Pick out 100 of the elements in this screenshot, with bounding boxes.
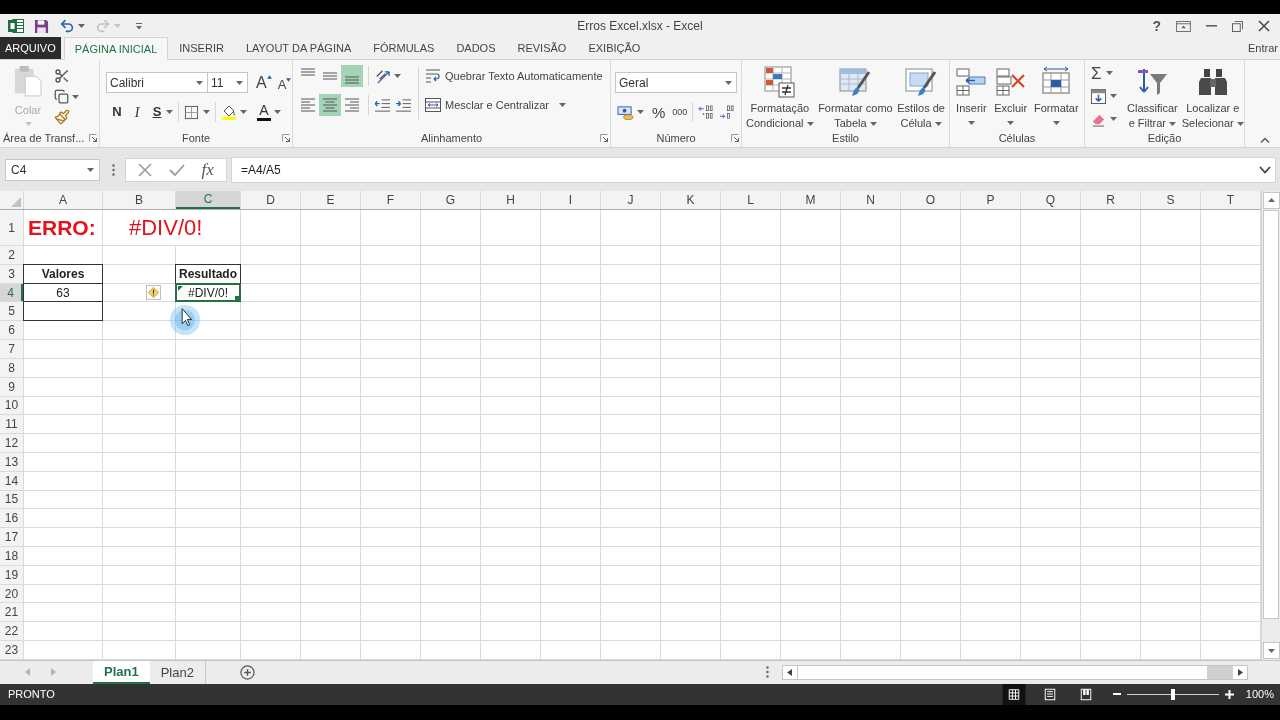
font-size-dropdown[interactable]: 11 bbox=[208, 72, 248, 93]
row-header[interactable]: 18 bbox=[0, 547, 23, 565]
ribbon-display-icon[interactable] bbox=[1176, 20, 1191, 32]
fill-down-icon[interactable] bbox=[1091, 88, 1106, 104]
column-header[interactable]: E bbox=[301, 191, 360, 209]
column-header[interactable]: Q bbox=[1021, 191, 1080, 209]
collapse-ribbon-icon[interactable] bbox=[1260, 137, 1270, 143]
column-header[interactable]: D bbox=[241, 191, 300, 209]
expand-icon[interactable] bbox=[1259, 165, 1271, 174]
scrollbar-thumb[interactable] bbox=[797, 665, 1207, 679]
zoom-in-icon[interactable] bbox=[1224, 689, 1234, 699]
merge-center-button[interactable]: Mesclar e Centralizar bbox=[425, 94, 603, 116]
column-header[interactable]: S bbox=[1141, 191, 1200, 209]
row-header[interactable]: 1 bbox=[0, 210, 23, 245]
increase-indent-icon[interactable] bbox=[395, 97, 412, 113]
scroll-left-icon[interactable] bbox=[783, 665, 797, 679]
shrink-font-button[interactable]: A bbox=[277, 77, 292, 91]
customize-toolbar-icon[interactable] bbox=[135, 22, 143, 30]
ribbon-tab[interactable]: DADOS bbox=[445, 37, 507, 59]
column-header[interactable]: L bbox=[721, 191, 780, 209]
cancel-icon[interactable] bbox=[138, 162, 153, 177]
formula-input[interactable]: =A4/A5 bbox=[231, 156, 1276, 183]
column-header[interactable]: T bbox=[1201, 191, 1260, 209]
font-name-dropdown[interactable]: Calibri bbox=[106, 72, 208, 93]
column-header[interactable]: O bbox=[901, 191, 960, 209]
column-header[interactable]: P bbox=[961, 191, 1020, 209]
dialog-launcher-icon[interactable] bbox=[89, 134, 97, 142]
thousands-separator-button[interactable]: 000 bbox=[672, 107, 688, 117]
row-header[interactable]: 22 bbox=[0, 622, 23, 641]
row-header[interactable]: 16 bbox=[0, 509, 23, 528]
grow-font-button[interactable]: A bbox=[256, 74, 272, 91]
more-options-icon[interactable] bbox=[766, 666, 769, 679]
column-header[interactable]: K bbox=[661, 191, 720, 209]
dialog-launcher-icon[interactable] bbox=[282, 134, 290, 142]
column-header[interactable]: I bbox=[541, 191, 600, 209]
delete-cells-button[interactable]: Excluir bbox=[994, 66, 1028, 125]
number-format-dropdown[interactable]: Geral bbox=[615, 72, 737, 93]
format-as-table-button[interactable]: Formatar como Tabela bbox=[818, 66, 893, 131]
bold-button[interactable]: N bbox=[108, 102, 126, 122]
ribbon-tab[interactable]: LAYOUT DA PÁGINA bbox=[234, 37, 363, 59]
row-header[interactable]: 5 bbox=[0, 302, 23, 321]
ribbon-tab[interactable]: FÓRMULAS bbox=[362, 37, 446, 59]
scrollbar-thumb[interactable] bbox=[1263, 210, 1279, 619]
zoom-out-icon[interactable] bbox=[1112, 693, 1121, 696]
column-header[interactable]: J bbox=[601, 191, 660, 209]
column-header[interactable]: C bbox=[176, 191, 240, 209]
currency-icon[interactable] bbox=[617, 104, 634, 120]
fill-color-icon[interactable] bbox=[221, 104, 237, 120]
copy-icon[interactable] bbox=[54, 89, 69, 104]
ribbon-tab[interactable]: PÁGINA INICIAL bbox=[63, 37, 169, 60]
wrap-text-button[interactable]: Quebrar Texto Automaticamente bbox=[425, 65, 603, 87]
scissors-icon[interactable] bbox=[54, 68, 70, 84]
row-header[interactable]: 2 bbox=[0, 246, 23, 264]
autosum-button[interactable]: Σ bbox=[1091, 63, 1123, 83]
underline-button[interactable]: S bbox=[148, 102, 166, 122]
insert-cells-button[interactable]: Inserir bbox=[955, 66, 988, 125]
insert-function-button[interactable]: fx bbox=[201, 161, 214, 178]
italic-button[interactable]: I bbox=[128, 101, 146, 123]
increase-decimal-icon[interactable] bbox=[698, 104, 716, 120]
check-icon[interactable] bbox=[168, 163, 185, 176]
conditional-formatting-button[interactable]: Formatação Condicional bbox=[746, 66, 814, 131]
add-sheet-icon[interactable] bbox=[239, 664, 255, 680]
help-button[interactable]: ? bbox=[1152, 19, 1161, 33]
ribbon-tab[interactable]: EXIBIÇÃO bbox=[577, 37, 652, 59]
row-header[interactable]: 21 bbox=[0, 603, 23, 622]
sign-in-link[interactable]: Entrar bbox=[1248, 40, 1278, 57]
sort-filter-button[interactable]: Classificar e Filtrar bbox=[1127, 66, 1178, 131]
percent-button[interactable]: % bbox=[652, 104, 666, 120]
dialog-launcher-icon[interactable] bbox=[600, 134, 608, 142]
decrease-indent-icon[interactable] bbox=[374, 97, 391, 113]
find-select-button[interactable]: Localizar e Selecionar bbox=[1181, 66, 1244, 131]
ribbon-tab[interactable]: INSERIR bbox=[168, 37, 235, 59]
column-header[interactable]: G bbox=[421, 191, 480, 209]
ribbon-tab[interactable]: REVISÃO bbox=[506, 37, 578, 59]
scroll-right-icon[interactable] bbox=[1233, 665, 1247, 679]
spreadsheet-cell[interactable]: Valores bbox=[24, 264, 102, 283]
undo-icon[interactable] bbox=[59, 18, 75, 34]
slider-thumb[interactable] bbox=[1170, 688, 1175, 700]
spreadsheet-cell[interactable] bbox=[24, 302, 102, 321]
restore-icon[interactable] bbox=[1232, 20, 1243, 32]
sheet-tab[interactable]: Plan2 bbox=[149, 660, 206, 684]
font-color-button[interactable]: A bbox=[257, 103, 271, 121]
scroll-down-icon[interactable] bbox=[1262, 641, 1280, 659]
error-warning-icon[interactable] bbox=[146, 285, 161, 301]
row-header[interactable]: 17 bbox=[0, 528, 23, 546]
column-header[interactable]: M bbox=[781, 191, 840, 209]
file-tab[interactable]: ARQUIVO bbox=[0, 37, 61, 59]
row-header[interactable]: 12 bbox=[0, 434, 23, 452]
name-box[interactable]: C4 bbox=[5, 158, 100, 181]
row-header[interactable]: 11 bbox=[0, 415, 23, 434]
spreadsheet-cell[interactable]: 63 bbox=[24, 283, 102, 302]
row-header[interactable]: 23 bbox=[0, 641, 23, 659]
fill-handle[interactable] bbox=[235, 296, 240, 302]
column-header[interactable]: N bbox=[841, 191, 900, 209]
row-header[interactable]: 6 bbox=[0, 321, 23, 340]
decrease-decimal-icon[interactable] bbox=[719, 104, 737, 120]
horizontal-scrollbar[interactable] bbox=[782, 664, 1248, 680]
borders-icon[interactable] bbox=[184, 104, 199, 120]
format-cells-button[interactable]: Formatar bbox=[1033, 66, 1079, 125]
close-icon[interactable] bbox=[1258, 20, 1270, 32]
